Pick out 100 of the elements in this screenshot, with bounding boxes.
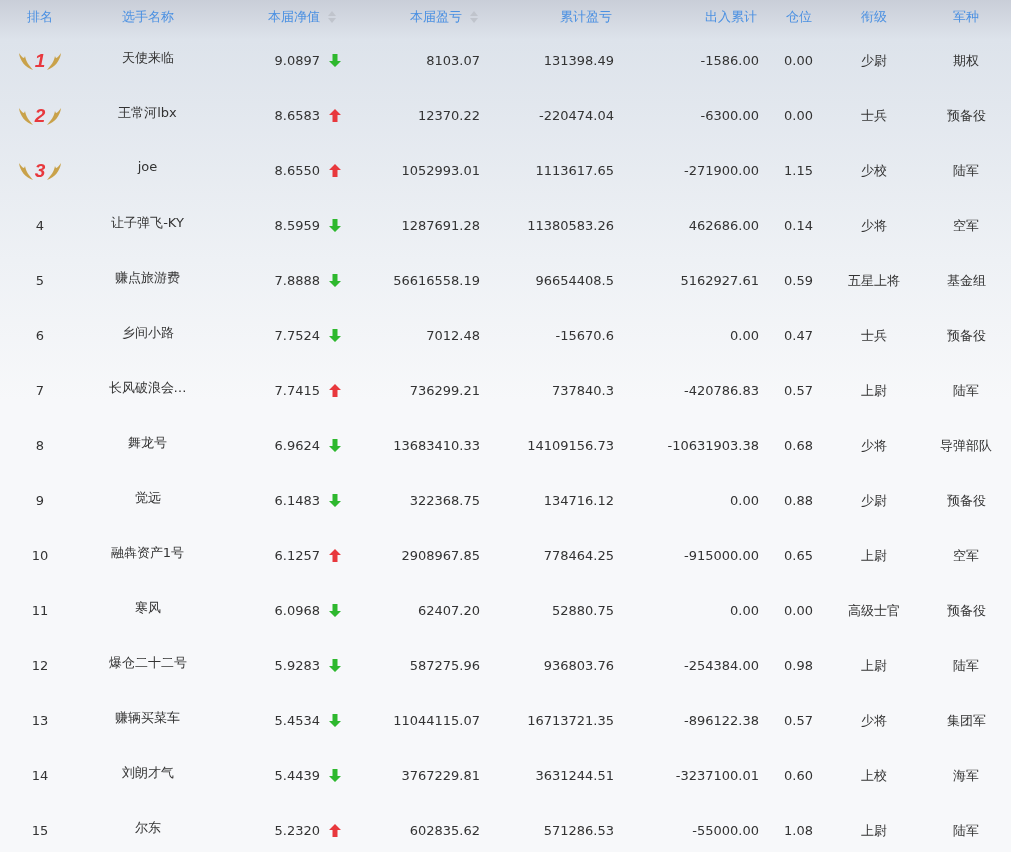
player-name: 赚点旅游费 (115, 269, 180, 287)
cash-flow: -3237100.01 (675, 768, 759, 783)
net-value: 5.9283 (274, 658, 320, 673)
cash-flow: -271900.00 (684, 163, 759, 178)
total-profit: -15670.6 (555, 328, 614, 343)
position-ratio: 0.98 (784, 658, 813, 673)
branch: 期权 (953, 51, 979, 70)
net-value: 6.9624 (274, 438, 320, 453)
net-value: 8.6550 (274, 163, 320, 178)
cash-flow: 0.00 (730, 328, 759, 343)
total-profit: -220474.04 (539, 108, 614, 123)
total-profit: 778464.25 (543, 548, 614, 563)
net-value: 9.0897 (274, 53, 320, 68)
period-profit: 587275.96 (409, 658, 480, 673)
position-ratio: 0.68 (784, 438, 813, 453)
period-profit: 12370.22 (417, 108, 480, 123)
net-value: 6.1257 (274, 548, 320, 563)
period-profit: 602835.62 (409, 823, 480, 838)
branch: 空军 (953, 216, 979, 235)
position-ratio: 1.08 (784, 823, 813, 838)
branch: 预备役 (946, 491, 986, 510)
player-name: 尔东 (134, 819, 161, 837)
military-rank: 上尉 (860, 546, 887, 565)
period-profit: 13683410.33 (393, 438, 480, 453)
position-ratio: 1.15 (784, 163, 813, 178)
sort-icon[interactable] (328, 10, 336, 23)
total-profit: 96654408.5 (535, 273, 614, 288)
cash-flow: -896122.38 (684, 713, 759, 728)
military-rank: 士兵 (860, 106, 887, 125)
branch: 陆军 (953, 656, 979, 675)
net-value: 8.6583 (274, 108, 320, 123)
cash-flow: -55000.00 (692, 823, 759, 838)
position-ratio: 0.00 (784, 53, 813, 68)
military-rank: 高级士官 (847, 601, 900, 620)
rank-number: 11 (31, 603, 49, 618)
military-rank: 五星上将 (847, 271, 900, 290)
total-profit: 11380583.26 (527, 218, 614, 233)
position-ratio: 0.00 (784, 108, 813, 123)
total-profit: 52880.75 (551, 603, 614, 618)
player-name: 刘朗才气 (121, 764, 174, 782)
cash-flow: -254384.00 (684, 658, 759, 673)
branch: 集团军 (946, 711, 986, 730)
player-name: 爆仓二十二号 (108, 654, 187, 672)
player-name: 乡间小路 (121, 324, 174, 342)
rank-number: 12 (31, 658, 49, 673)
position-ratio: 0.65 (784, 548, 813, 563)
player-name: 觉远 (134, 489, 161, 507)
total-profit: 134716.12 (543, 493, 614, 508)
sort-icon[interactable] (470, 10, 478, 23)
column-header: 选手名称 (121, 7, 174, 26)
total-profit: 131398.49 (543, 53, 614, 68)
net-value: 7.7415 (274, 383, 320, 398)
position-ratio: 0.57 (784, 383, 813, 398)
column-header: 仓位 (785, 7, 812, 26)
net-value: 5.4534 (274, 713, 320, 728)
rank-number: 7 (35, 383, 45, 398)
total-profit: 16713721.35 (527, 713, 614, 728)
period-profit: 7012.48 (426, 328, 480, 343)
rank-number: 10 (31, 548, 49, 563)
medal-rank-number: 1 (34, 49, 46, 72)
position-ratio: 0.60 (784, 768, 813, 783)
branch: 海军 (953, 766, 979, 785)
cash-flow: -6300.00 (700, 108, 759, 123)
period-profit: 736299.21 (409, 383, 480, 398)
net-value: 5.4439 (274, 768, 320, 783)
total-profit: 571286.53 (543, 823, 614, 838)
net-value: 7.7524 (274, 328, 320, 343)
period-profit: 1052993.01 (401, 163, 480, 178)
player-name: 赚辆买菜车 (115, 709, 180, 727)
period-profit: 56616558.19 (393, 273, 480, 288)
military-rank: 少将 (860, 436, 887, 455)
military-rank: 少尉 (860, 491, 887, 510)
total-profit: 3631244.51 (535, 768, 614, 783)
branch: 空军 (953, 546, 979, 565)
column-header[interactable]: 本届净值 (268, 7, 320, 26)
branch: 预备役 (946, 601, 986, 620)
total-profit: 936803.76 (543, 658, 614, 673)
position-ratio: 0.57 (784, 713, 813, 728)
player-name: 让子弹飞-KY (111, 214, 184, 232)
rank-number: 8 (35, 438, 45, 453)
column-header: 出入累计 (705, 7, 757, 26)
player-name: 长风破浪会… (108, 379, 187, 397)
cash-flow: -1586.00 (700, 53, 759, 68)
period-profit: 8103.07 (426, 53, 480, 68)
branch: 预备役 (946, 326, 986, 345)
rank-number: 4 (35, 218, 45, 233)
player-name: 融犇资产1号 (110, 544, 185, 562)
period-profit: 1287691.28 (401, 218, 480, 233)
column-header: 衔级 (860, 7, 887, 26)
column-header[interactable]: 本届盈亏 (410, 7, 462, 26)
net-value: 7.8888 (274, 273, 320, 288)
net-value: 8.5959 (274, 218, 320, 233)
rank-number: 13 (31, 713, 49, 728)
period-profit: 62407.20 (417, 603, 480, 618)
position-ratio: 0.14 (784, 218, 813, 233)
net-value: 6.1483 (274, 493, 320, 508)
player-name: 王常河lbx (118, 104, 177, 122)
net-value: 5.2320 (274, 823, 320, 838)
period-profit: 11044115.07 (393, 713, 480, 728)
branch: 导弹部队 (940, 436, 992, 455)
